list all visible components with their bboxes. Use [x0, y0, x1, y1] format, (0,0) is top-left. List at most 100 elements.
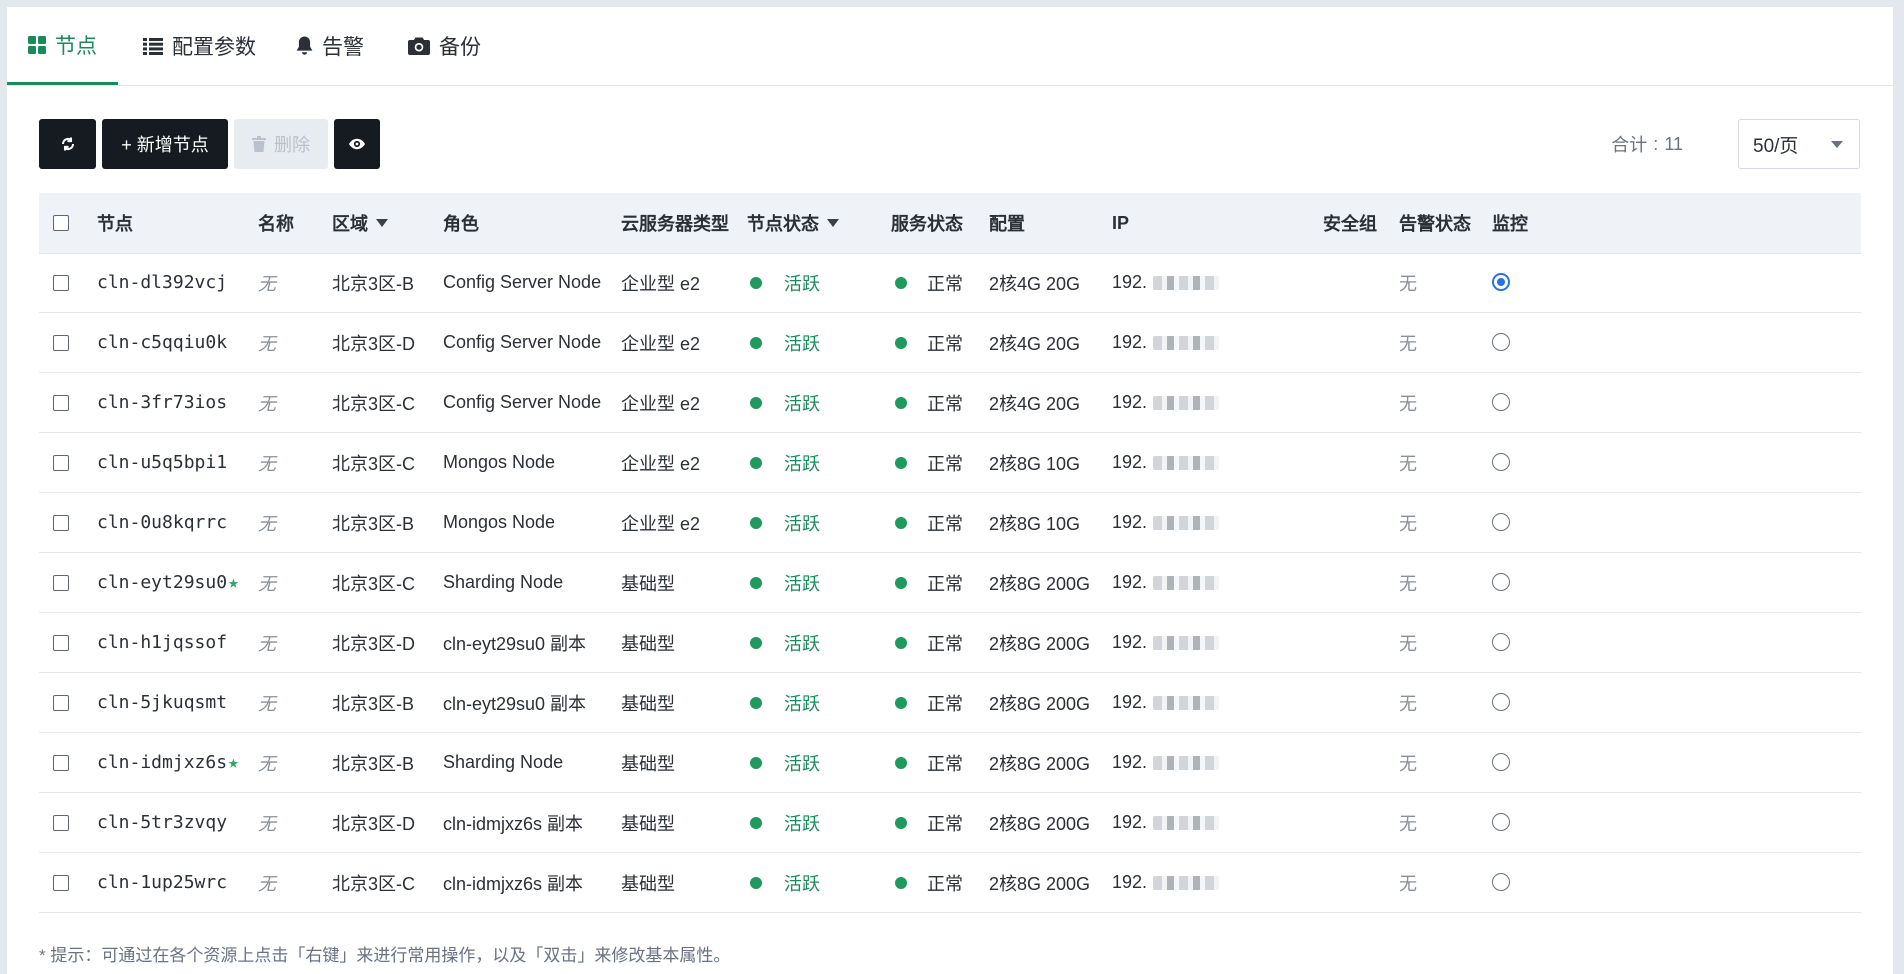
node-id-cell[interactable]: cln-3fr73ios [97, 373, 227, 432]
node-id[interactable]: cln-idmjxz6s [97, 752, 227, 773]
page-size-value: 50/页 [1753, 135, 1799, 157]
col-alarm-status: 告警状态 [1399, 214, 1471, 234]
node-id[interactable]: cln-eyt29su0 [97, 572, 227, 593]
table-row[interactable]: cln-5tr3zvqy 无 北京3区-D cln-idmjxz6s 副本 基础… [39, 793, 1861, 853]
row-checkbox[interactable] [53, 395, 69, 411]
node-status-cell: 活跃 [750, 433, 820, 492]
monitor-radio[interactable] [1492, 273, 1510, 291]
node-status-text: 活跃 [784, 633, 820, 654]
table-row[interactable]: cln-h1jqssof 无 北京3区-D cln-eyt29su0 副本 基础… [39, 613, 1861, 673]
service-status-text: 正常 [927, 273, 963, 294]
node-id[interactable]: cln-5jkuqsmt [97, 692, 227, 713]
row-checkbox[interactable] [53, 275, 69, 291]
table-row[interactable]: cln-5jkuqsmt 无 北京3区-B cln-eyt29su0 副本 基础… [39, 673, 1861, 733]
redacted-ip-block [1153, 635, 1220, 650]
cloud-type-cell: 企业型 e2 [621, 273, 701, 294]
node-id[interactable]: cln-1up25wrc [97, 872, 227, 893]
row-checkbox[interactable] [53, 635, 69, 651]
delete-button[interactable]: 删除 [234, 119, 328, 169]
table-row[interactable]: cln-c5qqiu0k 无 北京3区-D Config Server Node… [39, 313, 1861, 373]
monitor-radio[interactable] [1492, 813, 1510, 831]
add-node-button[interactable]: + 新增节点 [102, 119, 228, 169]
node-id[interactable]: cln-u5q5bpi1 [97, 452, 227, 473]
tab-backups[interactable]: 备份 [408, 7, 481, 85]
monitor-radio[interactable] [1492, 873, 1510, 891]
status-dot-icon [895, 456, 907, 469]
row-checkbox[interactable] [53, 335, 69, 351]
ip-cell: 192. [1112, 313, 1220, 372]
node-id[interactable]: cln-0u8kqrrc [97, 512, 227, 533]
node-id-cell[interactable]: cln-c5qqiu0k [97, 313, 227, 372]
zone-filter-icon[interactable] [376, 219, 388, 227]
monitor-radio[interactable] [1492, 453, 1510, 471]
monitor-radio[interactable] [1492, 633, 1510, 651]
row-checkbox[interactable] [53, 815, 69, 831]
table-row[interactable]: cln-dl392vcj 无 北京3区-B Config Server Node… [39, 253, 1861, 313]
monitor-radio[interactable] [1492, 333, 1510, 351]
ip-cell: 192. [1112, 793, 1220, 852]
col-zone[interactable]: 区域 [332, 193, 388, 253]
row-checkbox[interactable] [53, 455, 69, 471]
node-id-cell[interactable]: cln-5jkuqsmt [97, 673, 227, 732]
monitor-radio[interactable] [1492, 693, 1510, 711]
node-id-cell[interactable]: cln-5tr3zvqy [97, 793, 227, 852]
alarm-status-cell: 无 [1399, 633, 1417, 654]
monitor-radio[interactable] [1492, 393, 1510, 411]
table-row[interactable]: cln-3fr73ios 无 北京3区-C Config Server Node… [39, 373, 1861, 433]
ip-cell: 192. [1112, 553, 1220, 612]
zone-cell: 北京3区-B [332, 753, 415, 774]
node-id-cell[interactable]: cln-eyt29su0 ★ [97, 553, 239, 612]
node-id[interactable]: cln-5tr3zvqy [97, 812, 227, 833]
table-row[interactable]: cln-0u8kqrrc 无 北京3区-B Mongos Node 企业型 e2… [39, 493, 1861, 553]
monitor-radio[interactable] [1492, 573, 1510, 591]
select-all-checkbox[interactable] [53, 215, 69, 231]
tab-alarms[interactable]: 告警 [296, 7, 364, 85]
monitor-radio[interactable] [1492, 513, 1510, 531]
node-id[interactable]: cln-c5qqiu0k [97, 332, 227, 353]
redacted-ip-block [1153, 695, 1220, 710]
row-checkbox[interactable] [53, 695, 69, 711]
camera-icon [408, 37, 430, 55]
node-status-text: 活跃 [784, 873, 820, 894]
ip-text: 192. [1112, 332, 1148, 352]
role-cell: cln-eyt29su0 副本 [443, 633, 587, 654]
toggle-view-button[interactable] [334, 119, 380, 169]
node-id-cell[interactable]: cln-1up25wrc [97, 853, 227, 912]
tab-config-params[interactable]: 配置参数 [143, 7, 256, 85]
row-checkbox[interactable] [53, 575, 69, 591]
node-id[interactable]: cln-dl392vcj [97, 272, 227, 293]
tab-nodes[interactable]: 节点 [7, 7, 118, 85]
role-cell: Mongos Node [443, 512, 556, 532]
node-id-cell[interactable]: cln-idmjxz6s ★ [97, 733, 239, 792]
node-status-cell: 活跃 [750, 733, 820, 792]
node-id[interactable]: cln-3fr73ios [97, 392, 227, 413]
primary-star-icon: ★ [228, 572, 239, 593]
add-node-label: + 新增节点 [121, 135, 209, 155]
row-checkbox[interactable] [53, 755, 69, 771]
refresh-button[interactable] [39, 119, 96, 169]
node-id[interactable]: cln-h1jqssof [97, 632, 227, 653]
ip-cell: 192. [1112, 373, 1220, 432]
node-id-cell[interactable]: cln-0u8kqrrc [97, 493, 227, 552]
monitor-radio[interactable] [1492, 753, 1510, 771]
status-dot-icon [895, 336, 907, 349]
page-size-select[interactable]: 50/页 [1738, 119, 1860, 169]
node-id-cell[interactable]: cln-h1jqssof [97, 613, 227, 672]
table-row[interactable]: cln-u5q5bpi1 无 北京3区-C Mongos Node 企业型 e2… [39, 433, 1861, 493]
ip-text: 192. [1112, 692, 1148, 712]
node-id-cell[interactable]: cln-dl392vcj [97, 253, 227, 312]
table-row[interactable]: cln-eyt29su0 ★ 无 北京3区-C Sharding Node 基础… [39, 553, 1861, 613]
node-id-cell[interactable]: cln-u5q5bpi1 [97, 433, 227, 492]
status-dot-icon [895, 756, 907, 769]
zone-cell: 北京3区-D [332, 633, 416, 654]
status-filter-icon[interactable] [827, 219, 839, 227]
col-node-status[interactable]: 节点状态 [747, 193, 839, 253]
config-cell: 2核8G 200G [989, 753, 1091, 774]
row-checkbox[interactable] [53, 875, 69, 891]
row-checkbox[interactable] [53, 515, 69, 531]
role-cell: cln-idmjxz6s 副本 [443, 873, 584, 894]
table-row[interactable]: cln-1up25wrc 无 北京3区-C cln-idmjxz6s 副本 基础… [39, 853, 1861, 913]
cloud-type-cell: 基础型 [621, 873, 675, 894]
table-row[interactable]: cln-idmjxz6s ★ 无 北京3区-B Sharding Node 基础… [39, 733, 1861, 793]
col-service-status: 服务状态 [891, 214, 963, 234]
